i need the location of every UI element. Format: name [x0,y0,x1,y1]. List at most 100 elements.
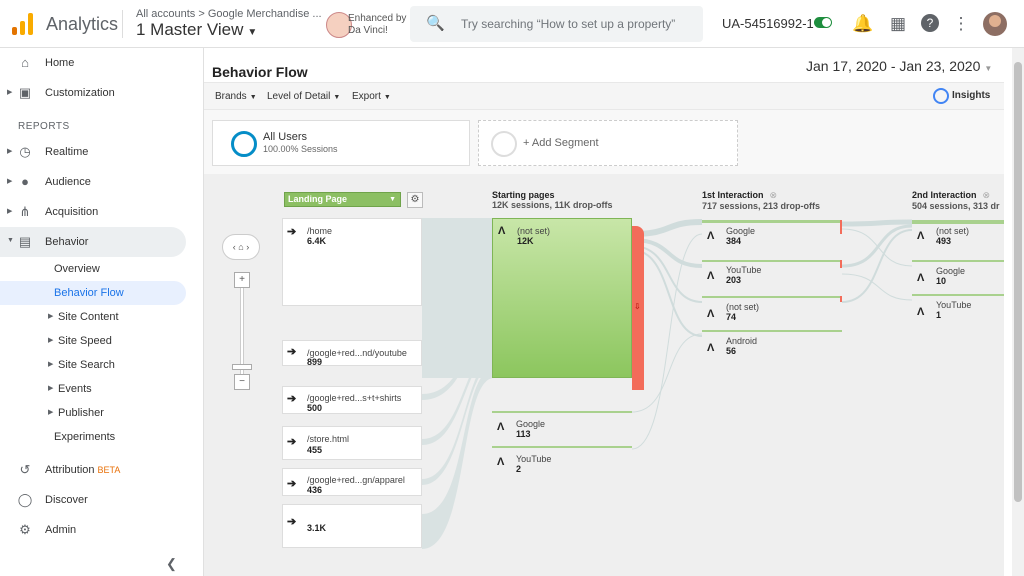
dimension-select[interactable]: Landing Page ▼ [284,192,401,207]
landing-page-node[interactable]: ➔ /google+red...gn/apparel 436 [282,468,422,496]
add-segment-button[interactable]: + Add Segment [478,120,738,166]
behavior-flow-canvas[interactable]: ‹ ⌂ › + − Landing Page ▼ ⚙ Starting pages… [204,174,1004,576]
dimension-settings-gear-icon[interactable]: ⚙ [407,192,423,208]
sidebar-item-home[interactable]: ⌂ Home [0,48,186,78]
node-bar [492,411,632,413]
page-scrollbar[interactable] [1012,48,1024,576]
first-interaction-node-android[interactable]: Λ Android 56 [702,330,842,364]
bell-icon[interactable]: 🔔 [852,14,873,34]
level-of-detail-menu[interactable]: Level of Detail ▼ [267,91,340,102]
second-interaction-node-youtube[interactable]: Λ YouTube 1 [912,294,1004,328]
apps-icon[interactable]: ▦ [888,14,908,34]
sidebar-item-acquisition[interactable]: ▶ ⋔ Acquisition [0,197,186,227]
landing-page-node[interactable]: ➔ /google+red...nd/youtube 899 [282,340,422,367]
sidebar-item-audience[interactable]: ▶ ● Audience [0,167,186,197]
sidebar-item-behavior[interactable]: ▼ ▤ Behavior [0,227,186,257]
sidebar-sub-experiments[interactable]: Experiments [0,425,186,449]
chevron-down-icon: ▼ [389,196,396,203]
landing-page-node[interactable]: ➔ /store.html 455 [282,426,422,460]
avatar-face [989,15,1001,27]
sidebar-item-realtime[interactable]: ▶ ◷ Realtime [0,137,186,167]
sidebar-item-attribution[interactable]: ↺ Attribution BETA [0,455,186,485]
property-id: UA-54516992-1 [722,16,814,31]
insights-button[interactable]: Insights [952,90,990,101]
column-title: 1st Interaction ⊗ [702,190,820,201]
sidebar-sub-label: Behavior Flow [54,287,124,299]
flow-home-navigator[interactable]: ‹ ⌂ › [222,234,260,260]
segment-bar: All Users 100.00% Sessions + Add Segment [204,110,1004,174]
sidebar-item-customization[interactable]: ▶ ▣ Customization [0,78,186,108]
zoom-slider-handle[interactable] [232,364,252,370]
brands-menu[interactable]: Brands ▼ [215,91,257,102]
sidebar-item-label: Audience [45,176,91,188]
flow-link-g [841,219,913,227]
help-icon[interactable]: ? [921,14,939,32]
export-menu[interactable]: Export ▼ [352,91,391,102]
starting-page-node-youtube[interactable]: Λ YouTube 2 [492,446,632,476]
second-interaction-node-google[interactable]: Λ Google 10 [912,260,1004,294]
view-selector[interactable]: 1 Master View ▼ [136,20,257,40]
sidebar-sub-site-search[interactable]: ▶ Site Search [0,353,186,377]
zoom-in-button[interactable]: + [234,272,250,288]
account-breadcrumb[interactable]: All accounts > Google Merchandise ... [136,8,322,20]
toggle-knob [822,18,831,27]
node-name: Google [516,419,546,429]
search-input[interactable]: Try searching “How to set up a property” [461,17,675,31]
acquisition-icon: ⋔ [19,204,31,219]
search-box[interactable]: 🔍 Try searching “How to set up a propert… [410,6,703,42]
entrance-arrow-icon: ➔ [287,393,297,405]
drop-off-bar[interactable]: ⇩ [632,226,644,390]
sidebar-sub-publisher[interactable]: ▶ Publisher [0,401,186,425]
drop-off-bar [840,220,842,234]
sidebar-item-discover[interactable]: ◯ Discover [0,485,186,515]
chevron-right-icon: ▶ [48,361,54,368]
sidebar-sub-events[interactable]: ▶ Events [0,377,186,401]
node-value: 74 [726,312,737,322]
node-name: Google [726,226,756,236]
person-walk-icon: Λ [497,421,505,433]
remove-step-icon[interactable]: ⊗ [770,190,778,200]
sidebar-sub-behavior-flow[interactable]: Behavior Flow [0,281,186,305]
landing-page-node[interactable]: ➔ /google+red...s+t+shirts 500 [282,386,422,414]
second-interaction-node-notset[interactable]: Λ (not set) 493 [912,220,1004,254]
more-vert-icon[interactable]: ⋮ [951,14,971,34]
sidebar-sub-overview[interactable]: Overview [0,257,186,281]
node-name: /home [307,226,333,236]
zoom-out-button[interactable]: − [234,374,250,390]
collapse-sidebar-icon[interactable]: ❮ [166,556,177,572]
person-walk-icon: Λ [498,225,506,237]
column-header-1st-interaction: 1st Interaction ⊗ 717 sessions, 213 drop-o… [702,190,820,211]
insights-icon[interactable] [933,88,949,104]
attribution-icon: ↺ [19,462,31,477]
sidebar-sub-site-speed[interactable]: ▶ Site Speed [0,329,186,353]
starting-page-node-google[interactable]: Λ Google 113 [492,411,632,441]
sidebar-sub-label: Experiments [54,431,116,443]
landing-page-node[interactable]: ➔ /home 6.4K [282,218,422,306]
column-stats: 12K sessions, 11K drop-offs [492,200,613,210]
landing-page-node-other[interactable]: ➔ 3.1K [282,504,422,548]
sidebar-item-label: Discover [45,494,88,506]
node-value: 436 [307,485,323,495]
starting-page-node-notset[interactable]: Λ (not set) 12K [492,218,632,378]
remove-step-icon[interactable]: ⊗ [983,190,991,200]
scrollbar-thumb[interactable] [1014,62,1022,502]
person-walk-icon: Λ [707,270,715,282]
first-interaction-node-google[interactable]: Λ Google 384 [702,220,842,254]
date-range-picker[interactable]: Jan 17, 2020 - Jan 23, 2020 ▼ [806,58,992,74]
sidebar-sub-site-content[interactable]: ▶ Site Content [0,305,186,329]
first-interaction-node-youtube[interactable]: Λ YouTube 203 [702,260,842,294]
person-walk-icon: Λ [497,456,505,468]
sidebar-sub-label: Events [58,383,92,395]
beta-badge: BETA [97,465,121,475]
sidebar-item-label: Home [45,57,75,69]
behavior-icon: ▤ [18,234,32,249]
property-toggle[interactable] [814,17,832,28]
sidebar-item-admin[interactable]: ⚙ Admin [0,515,186,545]
analytics-logo-icon[interactable] [12,13,34,35]
first-interaction-node-notset[interactable]: Λ (not set) 74 [702,296,842,330]
segment-all-users[interactable]: All Users 100.00% Sessions [212,120,470,166]
node-bar [492,446,632,448]
node-value: 3.1K [307,523,327,533]
avatar[interactable] [983,12,1007,36]
sidebar-sub-label: Site Search [58,359,115,371]
